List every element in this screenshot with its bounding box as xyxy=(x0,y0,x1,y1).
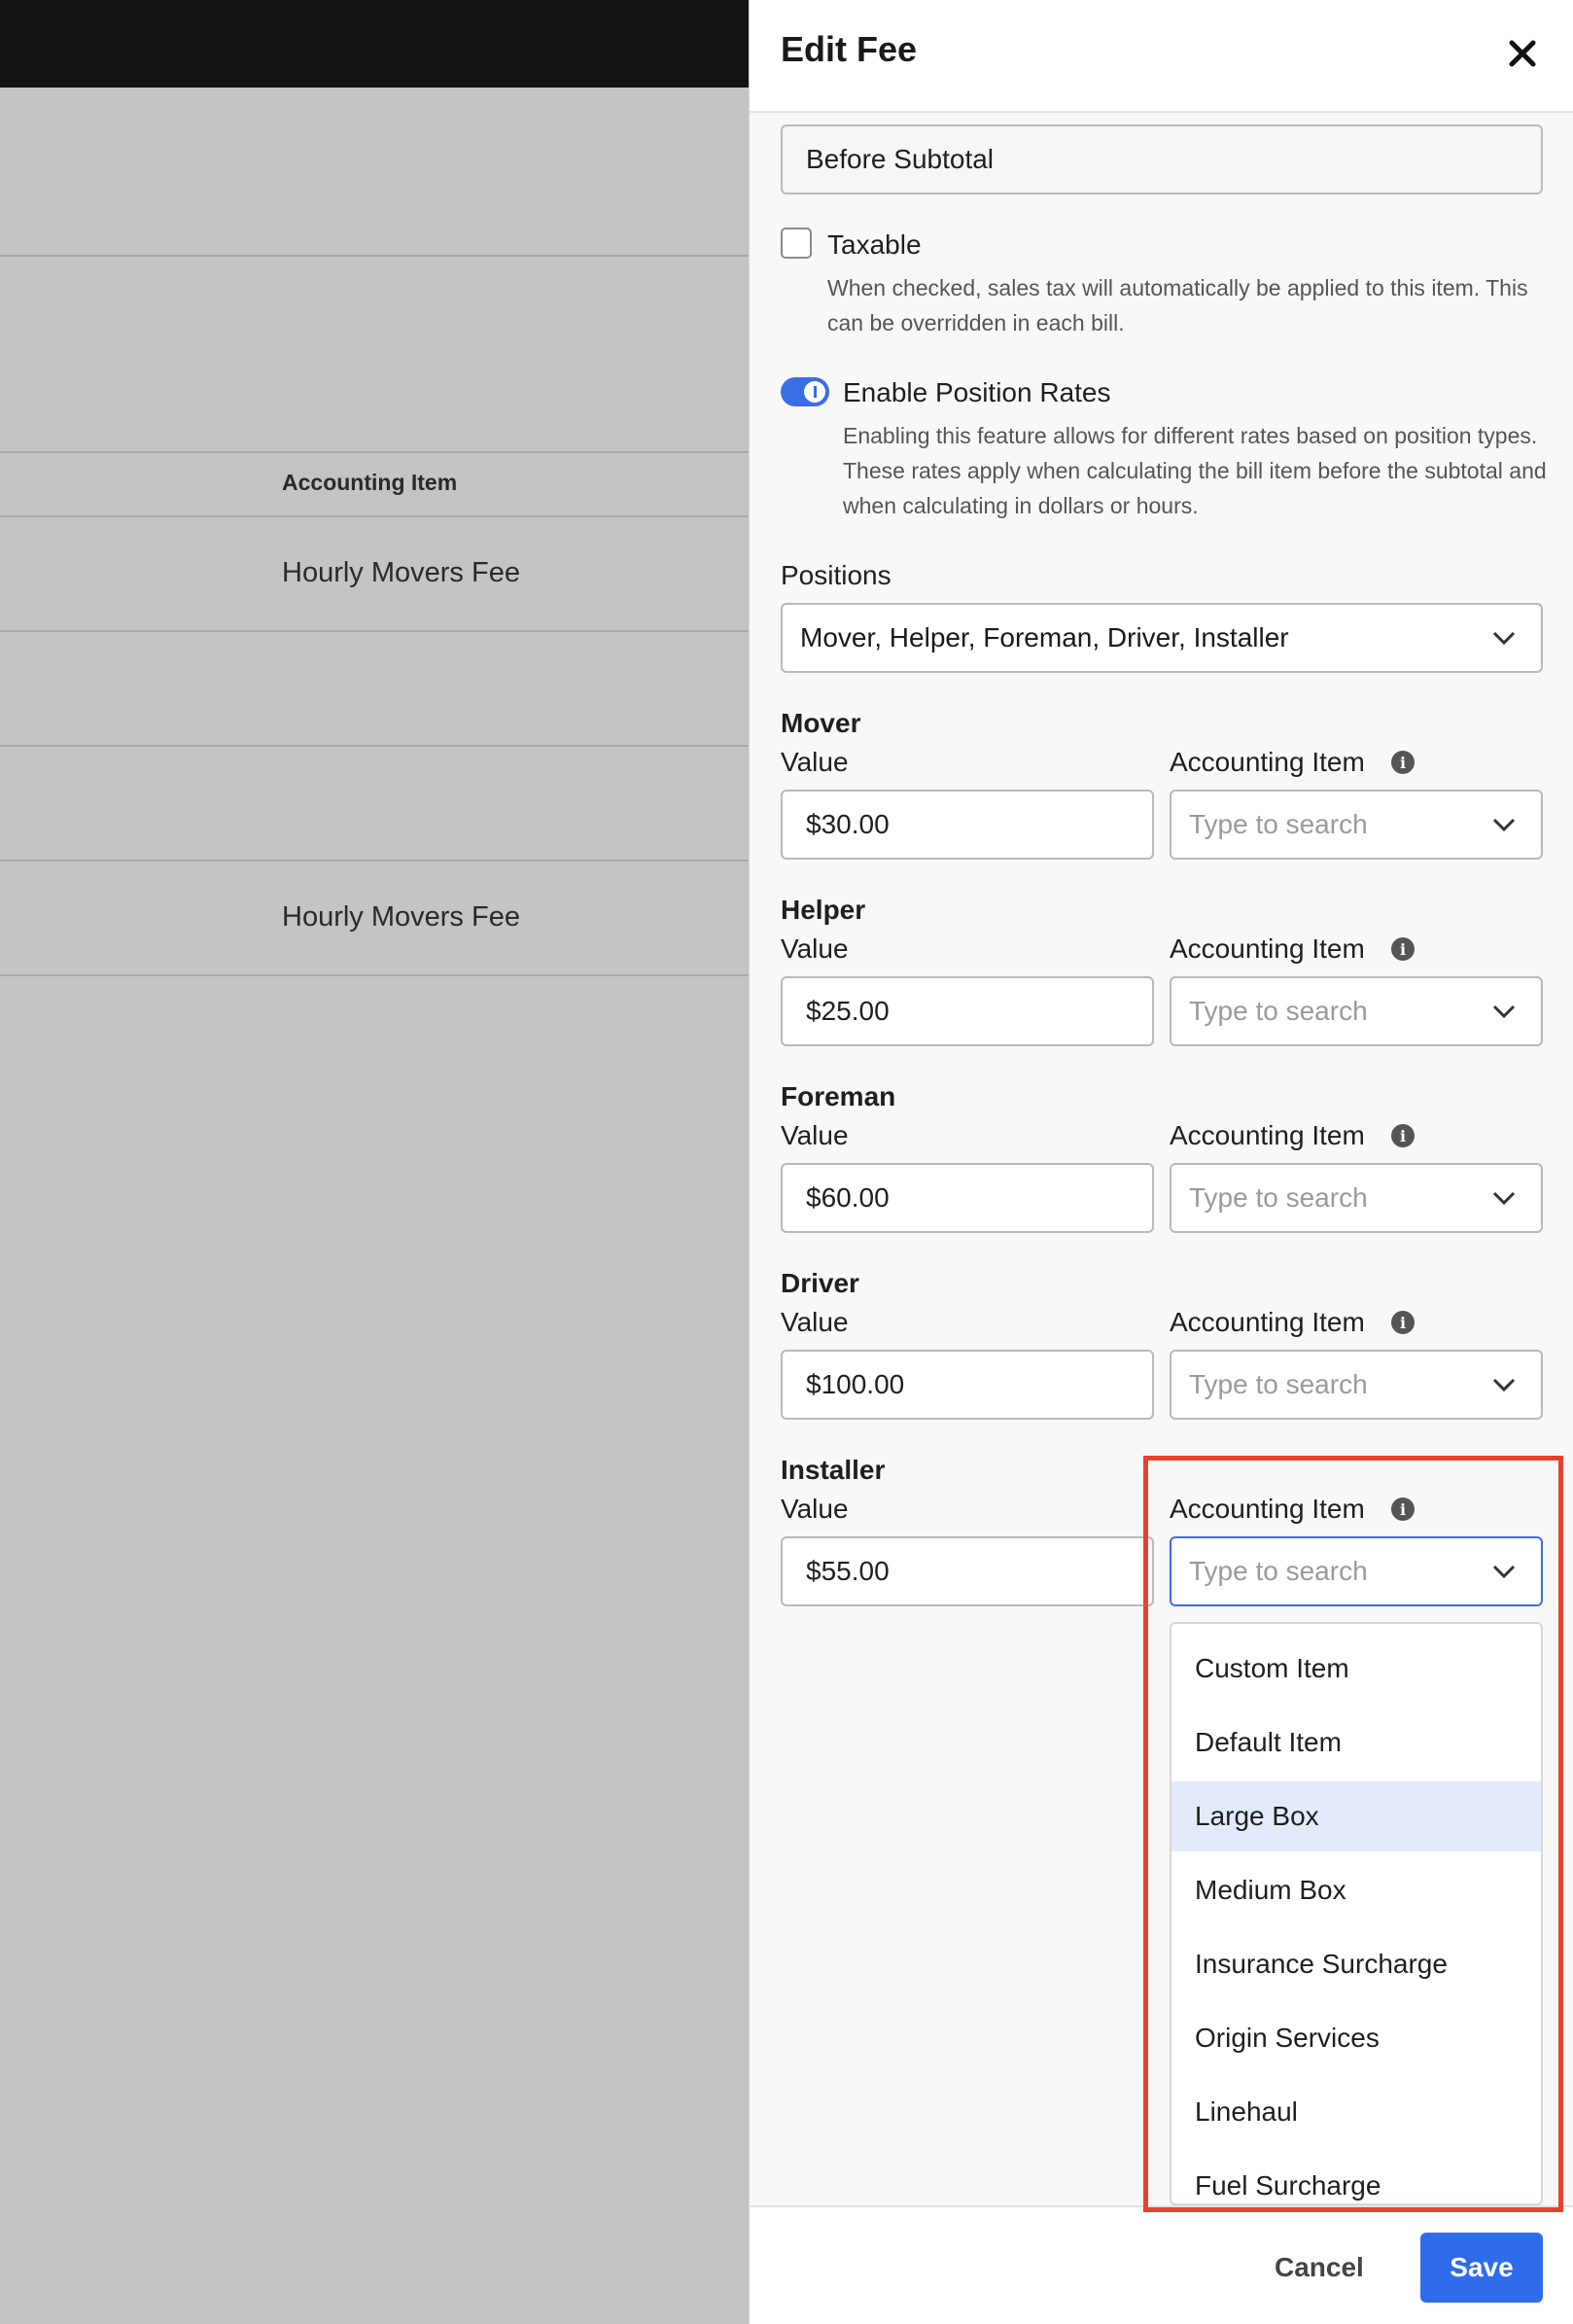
chevron-down-icon xyxy=(1492,631,1516,645)
position-name: Installer xyxy=(781,1455,886,1485)
close-icon xyxy=(1509,40,1536,67)
accounting-item-select[interactable]: Type to search xyxy=(1170,1163,1543,1233)
positions-select[interactable]: Mover, Helper, Foreman, Driver, Installe… xyxy=(781,603,1543,673)
accounting-item-placeholder: Type to search xyxy=(1189,809,1368,839)
calculation-field[interactable]: Before Subtotal xyxy=(781,124,1543,194)
background-divider xyxy=(0,745,749,747)
accounting-item-placeholder: Type to search xyxy=(1189,1369,1368,1399)
position-value-text: $25.00 xyxy=(806,996,890,1026)
accounting-item-label: Accounting Item xyxy=(1170,1120,1365,1150)
background-divider xyxy=(0,515,749,517)
position-name: Driver xyxy=(781,1268,859,1298)
position-value-text: $60.00 xyxy=(806,1182,890,1213)
info-icon[interactable]: i xyxy=(1391,937,1415,961)
position-rates-help-text: Enabling this feature allows for differe… xyxy=(843,423,1547,518)
info-icon[interactable]: i xyxy=(1391,1497,1415,1521)
background-table-header: Accounting Item xyxy=(282,470,458,495)
accounting-item-label: Accounting Item xyxy=(1170,1307,1365,1337)
background-divider xyxy=(0,630,749,632)
info-icon[interactable]: i xyxy=(1391,1311,1415,1334)
dropdown-option[interactable]: Custom Item xyxy=(1171,1634,1541,1704)
drawer-header: Edit Fee xyxy=(750,0,1573,113)
dropdown-option[interactable]: Medium Box xyxy=(1171,1855,1541,1925)
chevron-down-icon xyxy=(1492,1191,1516,1205)
cancel-button[interactable]: Cancel xyxy=(1275,2252,1364,2283)
chevron-down-icon xyxy=(1492,818,1516,831)
background-top-bar xyxy=(0,0,749,88)
accounting-item-placeholder: Type to search xyxy=(1189,996,1368,1026)
value-label: Value xyxy=(781,1120,849,1150)
position-name: Mover xyxy=(781,708,861,738)
taxable-checkbox[interactable] xyxy=(781,228,812,259)
taxable-help-text: When checked, sales tax will automatical… xyxy=(827,275,1528,335)
position-rates-label: Enable Position Rates xyxy=(843,377,1111,407)
position-value-input[interactable]: $30.00 xyxy=(781,790,1154,860)
dropdown-option[interactable]: Large Box xyxy=(1171,1781,1541,1851)
value-label: Value xyxy=(781,747,849,777)
accounting-item-placeholder: Type to search xyxy=(1189,1556,1368,1586)
position-value-text: $100.00 xyxy=(806,1369,905,1399)
accounting-item-label: Accounting Item xyxy=(1170,1494,1365,1524)
position-value-text: $30.00 xyxy=(806,809,890,839)
background-table-cell: Hourly Movers Fee xyxy=(282,557,520,588)
calculation-field-value: Before Subtotal xyxy=(806,144,995,174)
accounting-item-select[interactable]: Type to search xyxy=(1170,1536,1543,1606)
position-rates-toggle[interactable] xyxy=(781,377,829,406)
positions-label: Positions xyxy=(781,560,891,590)
value-label: Value xyxy=(781,1307,849,1337)
value-label: Value xyxy=(781,933,849,964)
accounting-item-select[interactable]: Type to search xyxy=(1170,790,1543,860)
position-value-input[interactable]: $100.00 xyxy=(781,1350,1154,1420)
position-name: Helper xyxy=(781,895,866,925)
position-name: Foreman xyxy=(781,1081,896,1111)
dropdown-option[interactable]: Origin Services xyxy=(1171,2003,1541,2073)
accounting-item-label: Accounting Item xyxy=(1170,747,1365,777)
dropdown-option[interactable]: Insurance Surcharge xyxy=(1171,1929,1541,1999)
drawer-footer: Cancel Save xyxy=(750,2205,1573,2324)
dropdown-option[interactable]: Default Item xyxy=(1171,1708,1541,1778)
save-button[interactable]: Save xyxy=(1420,2233,1543,2303)
info-icon[interactable]: i xyxy=(1391,1124,1415,1147)
accounting-item-dropdown: Custom Item Default Item Large Box Medium B… xyxy=(1170,1622,1543,2205)
toggle-knob xyxy=(804,381,825,403)
position-value-input[interactable]: $60.00 xyxy=(781,1163,1154,1233)
position-value-text: $55.00 xyxy=(806,1556,890,1586)
background-table-cell: Hourly Movers Fee xyxy=(282,901,520,933)
accounting-item-select[interactable]: Type to search xyxy=(1170,976,1543,1046)
dropdown-option[interactable]: Linehaul xyxy=(1171,2077,1541,2147)
accounting-item-label: Accounting Item xyxy=(1170,933,1365,964)
dropdown-option[interactable]: Fuel Surcharge xyxy=(1171,2151,1541,2203)
info-icon[interactable]: i xyxy=(1391,751,1415,774)
chevron-down-icon xyxy=(1492,1378,1516,1391)
background-divider xyxy=(0,255,749,257)
edit-fee-drawer: Edit Fee Before Subtotal Taxable When ch… xyxy=(749,0,1573,2324)
accounting-item-placeholder: Type to search xyxy=(1189,1182,1368,1213)
position-value-input[interactable]: $25.00 xyxy=(781,976,1154,1046)
drawer-title: Edit Fee xyxy=(781,29,918,69)
position-value-input[interactable]: $55.00 xyxy=(781,1536,1154,1606)
background-divider xyxy=(0,860,749,862)
background-divider xyxy=(0,451,749,453)
accounting-item-select[interactable]: Type to search xyxy=(1170,1350,1543,1420)
close-button[interactable] xyxy=(1498,29,1547,78)
value-label: Value xyxy=(781,1494,849,1524)
positions-select-value: Mover, Helper, Foreman, Driver, Installe… xyxy=(800,622,1289,652)
chevron-down-icon xyxy=(1492,1565,1516,1578)
taxable-label: Taxable xyxy=(827,229,922,260)
chevron-down-icon xyxy=(1492,1004,1516,1018)
background-divider xyxy=(0,974,749,976)
